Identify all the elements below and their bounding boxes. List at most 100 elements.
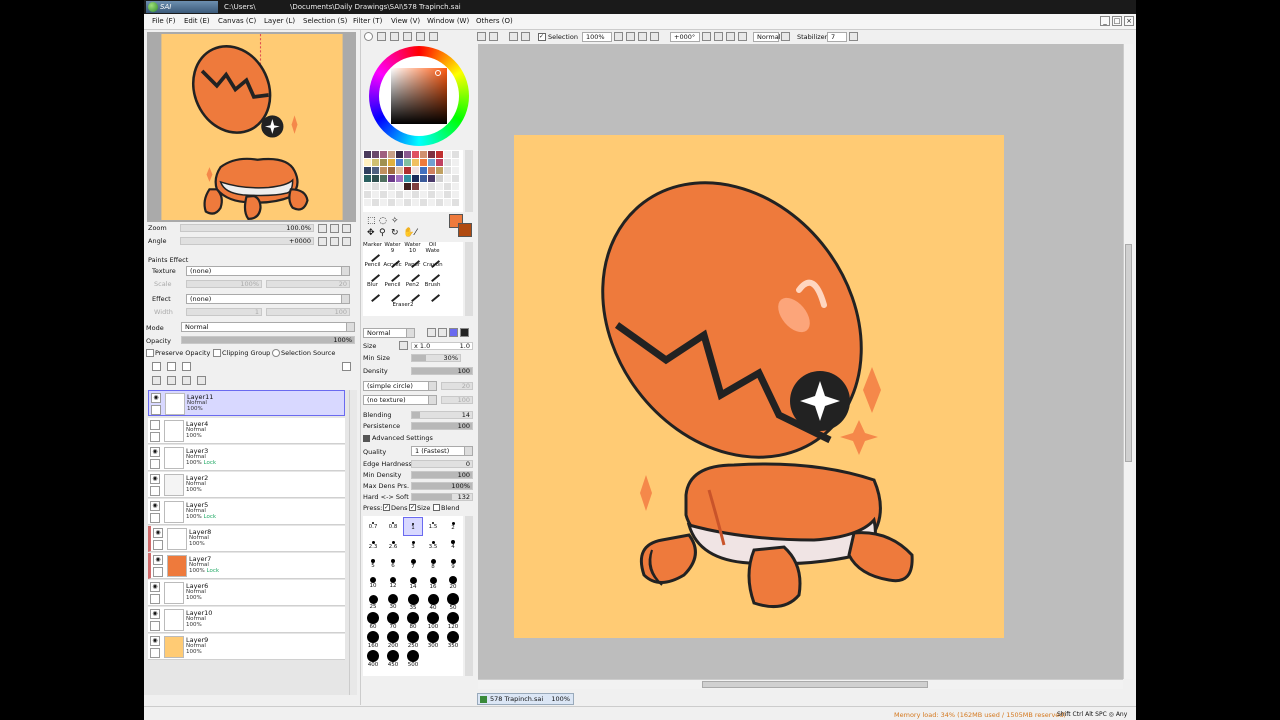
- brush-size-cell[interactable]: 300: [423, 631, 443, 650]
- brush-size-cell[interactable]: 80: [403, 612, 423, 631]
- brush-size-cell[interactable]: 20: [443, 574, 463, 593]
- drawing-canvas[interactable]: [514, 135, 1004, 638]
- preserve-opacity-checkbox[interactable]: [146, 349, 154, 357]
- brush-size-cell[interactable]: 60: [363, 612, 383, 631]
- layer-row[interactable]: ◉ Layer11 Normal 100%: [148, 390, 345, 416]
- layer-row[interactable]: ◉ Layer2 Normal 100%: [148, 472, 345, 498]
- invert-selection-icon[interactable]: [521, 32, 530, 41]
- brush-size-cell[interactable]: 450: [383, 650, 403, 669]
- angle-dropdown[interactable]: +000°: [670, 32, 700, 42]
- swatch-scrollbar[interactable]: [465, 150, 473, 212]
- zoom-slider[interactable]: 100.0%: [180, 224, 314, 232]
- eye-icon[interactable]: ◉: [150, 609, 160, 619]
- brush-paper[interactable]: Paper: [403, 262, 422, 283]
- color-wheel-tab-icon[interactable]: [364, 32, 373, 41]
- zoom-out-button-icon[interactable]: [626, 32, 635, 41]
- zoom-dropdown[interactable]: 100%: [582, 32, 612, 42]
- hard-soft-slider[interactable]: 132: [411, 493, 473, 501]
- lock-icon[interactable]: [150, 648, 160, 658]
- minimize-icon[interactable]: _: [1100, 16, 1110, 26]
- layer-menu-icon[interactable]: [342, 362, 351, 371]
- eye-icon[interactable]: ◉: [150, 582, 160, 592]
- zoom-in-icon[interactable]: [330, 224, 339, 233]
- angle-slider[interactable]: +0000: [180, 237, 314, 245]
- lock-icon[interactable]: [150, 594, 160, 604]
- menu-selection[interactable]: Selection (S): [303, 17, 347, 25]
- brush-size-cell[interactable]: 100: [423, 612, 443, 631]
- document-tab[interactable]: 578 Trapinch.sai 100%: [477, 693, 574, 705]
- view-blend-dropdown[interactable]: Normal: [753, 32, 781, 42]
- layer-row[interactable]: ◉ Layer10 Normal 100%: [148, 607, 345, 633]
- new-folder-icon[interactable]: [182, 362, 191, 371]
- press-blend-checkbox[interactable]: [433, 504, 440, 511]
- edge-shape-3-icon[interactable]: [449, 328, 458, 337]
- color-wheel[interactable]: [369, 46, 469, 146]
- brush-size-cell[interactable]: 50: [443, 593, 463, 612]
- brush-water-9[interactable]: Water 9: [383, 242, 402, 269]
- brush-size-cell[interactable]: 2.6: [383, 536, 403, 555]
- hand-tool-icon[interactable]: ✋: [403, 228, 414, 238]
- close-icon[interactable]: ×: [1124, 16, 1134, 26]
- brush-size-scrollbar[interactable]: [465, 516, 473, 676]
- density-slider[interactable]: 100: [411, 367, 473, 375]
- undo-icon[interactable]: [477, 32, 486, 41]
- eye-icon[interactable]: ◉: [153, 528, 163, 538]
- menu-view[interactable]: View (V): [391, 17, 420, 25]
- brush-size-cell[interactable]: 4: [443, 536, 463, 555]
- horizontal-scroll-thumb[interactable]: [702, 681, 928, 688]
- brush-size-cell[interactable]: 35: [403, 593, 423, 612]
- rgb-slider-tab-icon[interactable]: [377, 32, 386, 41]
- flip-canvas-icon[interactable]: [781, 32, 790, 41]
- quality-dropdown[interactable]: 1 (Fastest): [411, 446, 473, 456]
- brush-size-cell[interactable]: 9: [443, 555, 463, 574]
- zoom-in-button-icon[interactable]: [638, 32, 647, 41]
- merge-down-icon[interactable]: [167, 376, 176, 385]
- brush-size-cell[interactable]: 1.5: [423, 517, 443, 536]
- brush-size-cell[interactable]: 8: [423, 555, 443, 574]
- scale-num-slider[interactable]: 20: [266, 280, 350, 288]
- layer-row[interactable]: ◉ Layer3 Normal 100% Lock: [148, 445, 345, 471]
- brush-size-cell[interactable]: 0.8: [383, 517, 403, 536]
- menu-filter[interactable]: Filter (T): [353, 17, 382, 25]
- brush-shape-dropdown[interactable]: (simple circle): [363, 381, 437, 391]
- clipping-group-checkbox[interactable]: [213, 349, 221, 357]
- lock-icon[interactable]: [150, 432, 160, 442]
- eyedropper-icon[interactable]: ⁄: [415, 228, 417, 238]
- shape-num-slider[interactable]: 20: [441, 382, 473, 390]
- layer-row[interactable]: ◉ Layer8 Normal 100%: [148, 526, 345, 552]
- canvas-area[interactable]: [478, 44, 1123, 679]
- brush-size-cell[interactable]: 10: [363, 574, 383, 593]
- sv-square[interactable]: [391, 68, 447, 124]
- scratchpad-tab-icon[interactable]: [429, 32, 438, 41]
- brush-size-cell[interactable]: 500: [403, 650, 423, 669]
- stabilizer-menu-icon[interactable]: [849, 32, 858, 41]
- selection-checkbox[interactable]: ✓: [538, 33, 546, 41]
- brush-pen2[interactable]: Pen2: [403, 282, 422, 303]
- brush-size-cell[interactable]: 14: [403, 574, 423, 593]
- color-picker-handle[interactable]: [435, 70, 441, 76]
- brush-size-cell[interactable]: 16: [423, 574, 443, 593]
- menu-canvas[interactable]: Canvas (C): [218, 17, 256, 25]
- new-linework-layer-icon[interactable]: [167, 362, 176, 371]
- vertical-scrollbar[interactable]: [1123, 44, 1133, 679]
- vertical-scroll-thumb[interactable]: [1125, 244, 1132, 462]
- magic-wand-icon[interactable]: ✧: [391, 216, 399, 226]
- rotate-reset-icon[interactable]: [342, 237, 351, 246]
- menu-file[interactable]: File (F): [152, 17, 175, 25]
- transfer-down-icon[interactable]: [152, 376, 161, 385]
- min-size-slider[interactable]: 30%: [411, 354, 461, 362]
- width-num-slider[interactable]: 100: [266, 308, 350, 316]
- max-dens-slider[interactable]: 100%: [411, 482, 473, 490]
- move-tool-icon[interactable]: ✥: [367, 228, 375, 238]
- layer-row[interactable]: ◉ Layer9 Normal 100%: [148, 634, 345, 660]
- brush-water-10[interactable]: Water 10: [403, 242, 422, 269]
- lock-icon[interactable]: [150, 513, 160, 523]
- rotate-left-button-icon[interactable]: [714, 32, 723, 41]
- zoom-tool-icon[interactable]: ⚲: [379, 228, 386, 238]
- brush-size-cell[interactable]: 0.7: [363, 517, 383, 536]
- width-slider[interactable]: 1: [186, 308, 262, 316]
- deselect-icon[interactable]: [509, 32, 518, 41]
- brush-blur[interactable]: Blur: [363, 282, 382, 303]
- brush-pencil-2[interactable]: Pencil: [383, 282, 402, 303]
- brush-size-cell[interactable]: 25: [363, 593, 383, 612]
